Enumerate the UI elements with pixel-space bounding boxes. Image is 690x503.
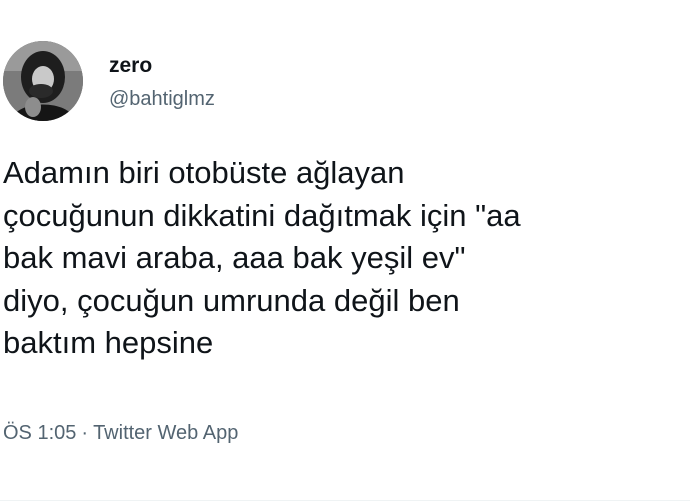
divider bbox=[0, 500, 690, 501]
profile-photo-icon bbox=[3, 41, 83, 121]
author-handle[interactable]: @bahtiglmz bbox=[109, 87, 215, 111]
tweet: zero @bahtiglmz Adamın biri otobüste ağl… bbox=[0, 0, 690, 503]
author-name[interactable]: zero bbox=[109, 54, 152, 78]
avatar[interactable] bbox=[3, 41, 83, 121]
tweet-text: Adamın biri otobüste ağlayan çocuğunun d… bbox=[3, 155, 521, 360]
meta-separator: · bbox=[81, 422, 89, 444]
tweet-source[interactable]: Twitter Web App bbox=[93, 422, 238, 444]
tweet-timestamp[interactable]: ÖS 1:05 bbox=[3, 422, 76, 444]
tweet-meta: ÖS 1:05 · Twitter Web App bbox=[3, 421, 238, 445]
